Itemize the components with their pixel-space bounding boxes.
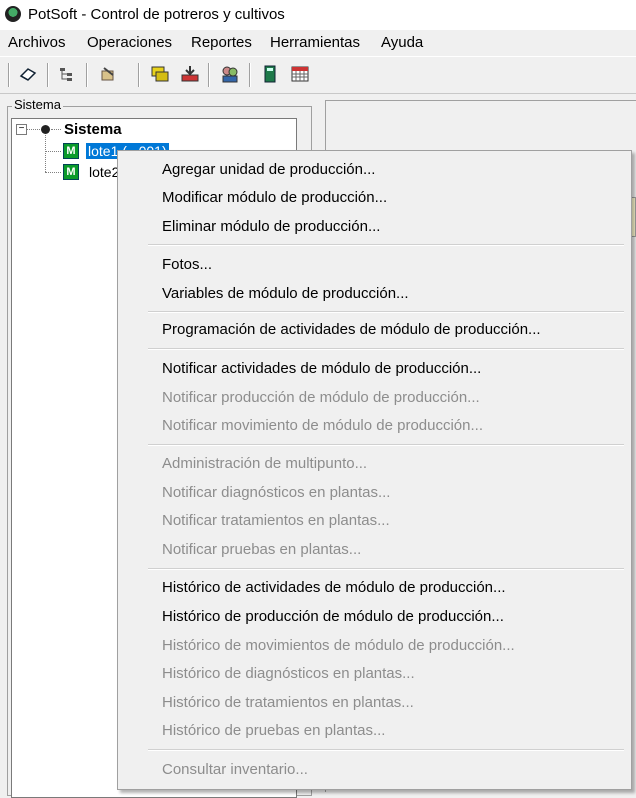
- menu-herramientas[interactable]: Herramientas: [270, 34, 360, 51]
- tree-icon[interactable]: [55, 63, 79, 85]
- edit-icon[interactable]: [96, 63, 120, 85]
- title-bar: PotSoft - Control de potreros y cultivos: [0, 0, 636, 30]
- download-icon[interactable]: [178, 63, 202, 85]
- tree-item-lote2[interactable]: lote2: [89, 164, 119, 180]
- menu-item-historico-movimientos: Histórico de movimientos de módulo de pr…: [162, 637, 515, 654]
- context-menu: Agregar unidad de producción... Modifica…: [117, 150, 632, 790]
- menu-item-notificar-tratamientos: Notificar tratamientos en plantas...: [162, 512, 390, 529]
- menu-bar: Archivos Operaciones Reportes Herramient…: [0, 30, 636, 54]
- toolbar: [0, 56, 636, 94]
- menu-item-notificar-pruebas: Notificar pruebas en plantas...: [162, 541, 362, 558]
- menu-item-modificar-modulo[interactable]: Modificar módulo de producción...: [162, 189, 387, 206]
- menu-archivos[interactable]: Archivos: [8, 34, 66, 51]
- menu-item-agregar-unidad[interactable]: Agregar unidad de producción...: [162, 161, 375, 178]
- menu-item-historico-tratamientos: Histórico de tratamientos en plantas...: [162, 694, 414, 711]
- menu-item-eliminar-modulo[interactable]: Eliminar módulo de producción...: [162, 218, 380, 235]
- tree-root-label[interactable]: Sistema: [64, 121, 122, 138]
- menu-item-historico-produccion[interactable]: Histórico de producción de módulo de pro…: [162, 608, 504, 625]
- chat-icon[interactable]: [148, 63, 172, 85]
- open-icon[interactable]: [16, 63, 40, 85]
- menu-item-notificar-actividades[interactable]: Notificar actividades de módulo de produ…: [162, 360, 481, 377]
- menu-operaciones[interactable]: Operaciones: [87, 34, 172, 51]
- menu-item-notificar-produccion: Notificar producción de módulo de produc…: [162, 389, 480, 406]
- menu-item-consultar-inventario: Consultar inventario...: [162, 761, 308, 778]
- calculator-icon[interactable]: [258, 63, 282, 85]
- root-node-icon: [41, 125, 50, 134]
- lote2-icon: M: [63, 164, 79, 180]
- app-logo-icon: [5, 6, 21, 22]
- window-title: PotSoft - Control de potreros y cultivos: [28, 6, 285, 23]
- tree-expander-icon[interactable]: −: [16, 124, 27, 135]
- menu-item-multipunto: Administración de multipunto...: [162, 455, 368, 472]
- users-icon[interactable]: [218, 63, 242, 85]
- calendar-icon[interactable]: [288, 63, 312, 85]
- menu-item-fotos[interactable]: Fotos...: [162, 256, 212, 273]
- menu-item-notificar-movimiento: Notificar movimiento de módulo de produc…: [162, 417, 483, 434]
- menu-item-variables[interactable]: Variables de módulo de producción...: [162, 285, 409, 302]
- menu-item-historico-actividades[interactable]: Histórico de actividades de módulo de pr…: [162, 579, 506, 596]
- menu-ayuda[interactable]: Ayuda: [381, 34, 423, 51]
- menu-item-historico-diagnosticos: Histórico de diagnósticos en plantas...: [162, 665, 415, 682]
- groupbox-label: Sistema: [12, 97, 63, 112]
- menu-item-notificar-diagnosticos: Notificar diagnósticos en plantas...: [162, 484, 391, 501]
- menu-reportes[interactable]: Reportes: [191, 34, 252, 51]
- menu-item-historico-pruebas: Histórico de pruebas en plantas...: [162, 722, 386, 739]
- menu-item-programacion[interactable]: Programación de actividades de módulo de…: [162, 321, 541, 338]
- lote1-icon: M: [63, 143, 79, 159]
